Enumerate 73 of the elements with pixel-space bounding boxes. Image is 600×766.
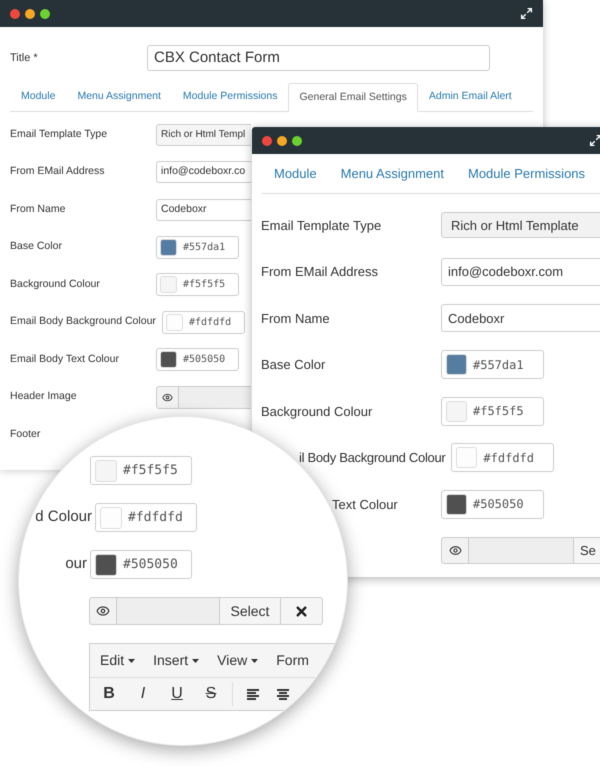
field-label: Text Colour [332, 496, 398, 514]
text-field[interactable]: Codeboxr [441, 304, 600, 332]
expand-icon[interactable] [520, 7, 533, 20]
text-field[interactable]: info@codeboxr.co [156, 161, 251, 184]
color-field[interactable]: #557da1 [441, 350, 544, 380]
template-select[interactable]: Rich or Html Template [441, 212, 600, 238]
preview-button[interactable] [156, 386, 179, 409]
menu-button[interactable]: Insert [149, 650, 204, 671]
field-label: Footer [10, 426, 42, 442]
tab[interactable]: Menu Assignment [328, 164, 456, 184]
select-button[interactable]: Select [219, 597, 281, 625]
color-field[interactable]: #505050 [156, 348, 239, 372]
caret-icon [192, 658, 200, 662]
field-label: Base Color [261, 356, 326, 374]
tab[interactable]: Admin Email Alert [418, 82, 523, 111]
tab[interactable]: Menu Assignment [66, 82, 172, 111]
field-label: Header Image [10, 389, 78, 404]
align-center-icon [275, 688, 289, 700]
expand-icon[interactable] [589, 134, 600, 147]
image-path-field[interactable] [469, 537, 573, 564]
color-field[interactable]: #f5f5f5 [90, 456, 192, 485]
preview-button[interactable] [441, 537, 469, 564]
tab[interactable]: Module Permissions [456, 164, 598, 184]
field-label: From Name [261, 310, 330, 328]
field-label: Email Body Background Colour [10, 314, 156, 330]
text-field[interactable]: info@codeboxr.com [441, 258, 600, 286]
menu-button[interactable]: Edit [96, 650, 140, 671]
image-path-field[interactable] [117, 597, 219, 625]
caret-icon [251, 658, 258, 662]
template-select[interactable]: Rich or Html Templ [156, 124, 251, 146]
align-left-icon [245, 688, 259, 700]
title-field[interactable]: CBX Contact Form [147, 45, 490, 71]
color-field[interactable]: #fdfdfd [162, 310, 245, 334]
text-field[interactable]: Codeboxr [156, 198, 251, 221]
field-label: Email Template Type [261, 216, 382, 235]
tab[interactable]: Module [10, 82, 66, 111]
color-field[interactable]: #fdfdfd [95, 503, 197, 532]
bold-button[interactable]: B [92, 679, 126, 709]
tab[interactable]: Module Permissions [172, 82, 288, 111]
field-label: Email Body Text Colour [10, 352, 120, 367]
field-label: Background Colour [10, 276, 101, 292]
field-label: Background Colour [261, 402, 372, 421]
field-label: Email Template Type [10, 126, 108, 142]
color-field[interactable]: #557da1 [156, 236, 239, 259]
preview-button[interactable] [89, 597, 117, 625]
image-path-field[interactable] [179, 386, 251, 409]
eye-icon [96, 604, 110, 618]
italic-button[interactable]: I [126, 679, 160, 709]
field-label: Title * [10, 50, 39, 66]
color-field[interactable]: #505050 [90, 550, 192, 579]
underline-button[interactable]: U [160, 679, 194, 709]
menu-button[interactable]: View [213, 650, 262, 671]
menu-button[interactable]: Form [272, 650, 313, 671]
eye-icon [162, 392, 173, 403]
close-icon [294, 604, 309, 618]
field-label: From EMail Address [261, 263, 378, 281]
tab[interactable]: General Email Settings [288, 83, 418, 112]
field-label: our [65, 554, 87, 574]
clear-button[interactable] [281, 597, 323, 625]
color-field[interactable]: #f5f5f5 [156, 273, 239, 296]
caret-icon [128, 658, 136, 662]
tab[interactable]: Module [262, 164, 329, 184]
field-label: From Name [10, 202, 66, 217]
color-field[interactable]: #f5f5f5 [441, 396, 544, 426]
field-label: il Body Background Colour [299, 449, 446, 467]
color-field[interactable]: #fdfdfd [451, 443, 554, 472]
color-field[interactable]: #505050 [441, 490, 544, 519]
field-label: d Colour [35, 507, 92, 528]
field-label: Base Color [10, 239, 63, 254]
eye-icon [448, 544, 462, 558]
field-label: From EMail Address [10, 164, 106, 180]
select-button[interactable]: Se [573, 537, 600, 564]
strikethrough-button[interactable]: S [194, 679, 228, 709]
